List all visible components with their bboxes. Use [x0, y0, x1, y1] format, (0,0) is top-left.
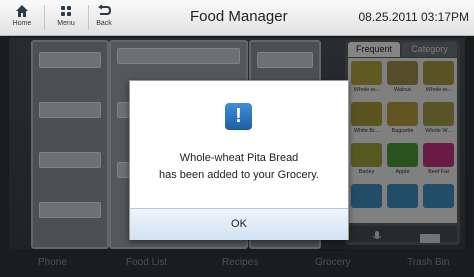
alert-icon: ! — [225, 103, 252, 130]
back-button[interactable]: Back — [84, 3, 124, 32]
dialog-message-line2: has been added to your Grocery. — [158, 169, 319, 181]
divider — [44, 5, 45, 30]
menu-grid-icon — [46, 3, 86, 19]
back-label: Back — [96, 20, 112, 27]
home-icon — [2, 3, 42, 19]
back-arrow-icon — [84, 3, 124, 19]
page-title: Food Manager — [190, 8, 288, 25]
datetime-display: 08.25.2011 03:17PM — [358, 10, 469, 24]
home-label: Home — [12, 20, 32, 27]
confirmation-dialog: ! Whole-wheat Pita Bread has been added … — [129, 80, 349, 240]
home-button[interactable]: Home — [2, 3, 42, 32]
menu-button[interactable]: Menu — [46, 3, 86, 32]
top-bar: Home Menu Back Food Manager 08.25.2011 0… — [0, 0, 474, 36]
ok-button[interactable]: OK — [130, 208, 348, 240]
dialog-message-line1: Whole-wheat Pita Bread — [179, 152, 299, 164]
menu-label: Menu — [57, 20, 75, 27]
